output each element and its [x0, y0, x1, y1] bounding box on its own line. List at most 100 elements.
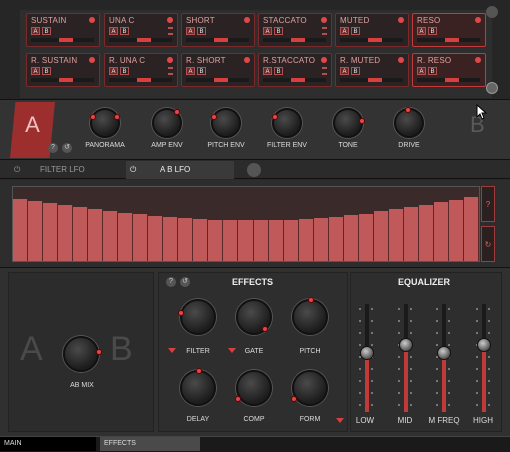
articulation-slider[interactable] [31, 78, 94, 82]
a-toggle[interactable]: A [31, 27, 40, 35]
lfo-step[interactable] [373, 211, 389, 261]
lfo-help-button[interactable]: ? [481, 186, 495, 222]
articulation-r-short[interactable]: R. SHORT AB [181, 53, 255, 87]
a-toggle[interactable]: A [340, 67, 349, 75]
a-toggle[interactable]: A [31, 67, 40, 75]
lfo-step[interactable] [403, 206, 419, 261]
lfo-step[interactable] [193, 218, 209, 261]
articulation-sustain[interactable]: SUSTAIN AB [26, 13, 100, 47]
eq-slider-thumb[interactable] [399, 338, 413, 353]
panorama-knob[interactable] [90, 108, 120, 138]
articulation-short[interactable]: SHORT AB [181, 13, 255, 47]
b-toggle[interactable]: B [42, 67, 51, 75]
lfo-step[interactable] [118, 212, 134, 261]
reset-icon[interactable]: ↺ [62, 143, 72, 153]
lfo-step[interactable] [253, 220, 269, 261]
articulation-slider[interactable] [340, 38, 403, 42]
articulation-slider[interactable] [417, 78, 480, 82]
filter-knob[interactable] [178, 299, 216, 335]
power-icon[interactable]: ⏻ [130, 161, 136, 179]
b-toggle[interactable]: B [274, 27, 283, 35]
lfo-step[interactable] [313, 218, 329, 261]
articulation-slider[interactable] [263, 78, 326, 82]
lfo-step[interactable] [58, 204, 74, 261]
eq-slider-thumb[interactable] [360, 345, 374, 360]
tab-ab-lfo[interactable]: ⏻ A B LFO [126, 161, 234, 179]
articulation-slider[interactable] [417, 38, 480, 42]
articulation-muted[interactable]: MUTED AB [335, 13, 409, 47]
articulation-slider[interactable] [263, 38, 326, 42]
lfo-step[interactable] [88, 209, 104, 261]
form-knob[interactable] [291, 370, 328, 406]
eq-slider-track[interactable] [404, 304, 408, 412]
lfo-step[interactable] [133, 214, 149, 261]
articulation-r-reso[interactable]: R. RESO AB [412, 53, 486, 87]
b-toggle[interactable]: B [274, 67, 283, 75]
lfo-step[interactable] [433, 201, 449, 261]
articulation-slider[interactable] [109, 38, 172, 42]
articulation-slider[interactable] [31, 38, 94, 42]
a-toggle[interactable]: A [417, 27, 426, 35]
lfo-step[interactable] [223, 220, 239, 261]
lfo-step[interactable] [328, 216, 344, 261]
b-toggle[interactable]: B [197, 67, 206, 75]
lfo-reset-button[interactable]: ↻ [481, 226, 495, 262]
power-icon[interactable]: ⏻ [14, 161, 30, 179]
articulation-una-c[interactable]: UNA C AB [104, 13, 178, 47]
articulation-slider[interactable] [186, 78, 249, 82]
lfo-step[interactable] [208, 219, 224, 261]
lfo-step[interactable] [73, 206, 89, 261]
filter-env-knob[interactable] [272, 108, 302, 138]
lfo-step[interactable] [388, 209, 404, 261]
lfo-step[interactable] [358, 213, 374, 261]
articulation-slider[interactable] [340, 78, 403, 82]
amp-env-knob[interactable] [152, 108, 182, 138]
drive-knob[interactable] [394, 107, 424, 138]
lfo-step[interactable] [448, 199, 464, 261]
a-toggle[interactable]: A [340, 27, 349, 35]
lfo-step[interactable] [283, 219, 299, 261]
a-toggle[interactable]: A [263, 27, 272, 35]
eq-slider-thumb[interactable] [437, 345, 451, 360]
articulation-r-sustain[interactable]: R. SUSTAIN AB [26, 53, 100, 87]
lfo-step[interactable] [13, 198, 29, 261]
b-toggle[interactable]: B [42, 27, 51, 35]
pitch-env-knob[interactable] [211, 108, 241, 138]
tab-filter-lfo[interactable]: FILTER LFO [40, 161, 120, 179]
b-toggle[interactable]: B [120, 67, 129, 75]
tone-knob[interactable] [333, 108, 365, 138]
articulation-reso[interactable]: RESO AB [412, 13, 486, 47]
ab-mix-knob[interactable] [63, 336, 102, 372]
b-toggle[interactable]: B [197, 27, 206, 35]
reset-icon[interactable]: ↺ [180, 277, 190, 287]
status-main-tab[interactable]: MAIN [0, 437, 96, 451]
lfo-step-grid[interactable] [12, 186, 480, 262]
lfo-step[interactable] [28, 201, 44, 261]
a-toggle[interactable]: A [186, 67, 195, 75]
lfo-step[interactable] [148, 215, 164, 261]
eq-slider-track[interactable] [482, 304, 486, 412]
b-toggle[interactable]: B [428, 67, 437, 75]
help-icon[interactable]: ? [48, 143, 58, 153]
b-toggle[interactable]: B [120, 27, 129, 35]
eq-slider-thumb[interactable] [477, 338, 491, 353]
a-toggle[interactable]: A [186, 27, 195, 35]
a-toggle[interactable]: A [109, 67, 118, 75]
b-toggle[interactable]: B [351, 67, 360, 75]
lfo-step[interactable] [298, 218, 314, 261]
articulation-r-muted[interactable]: R. MUTED AB [335, 53, 409, 87]
lfo-step[interactable] [238, 220, 254, 261]
articulation-slider[interactable] [186, 38, 249, 42]
lfo-step[interactable] [418, 204, 434, 261]
lfo-step[interactable] [103, 211, 119, 261]
articulation-slider[interactable] [109, 78, 172, 82]
articulation-r-una-c[interactable]: R. UNA C AB [104, 53, 178, 87]
link-icon[interactable] [486, 82, 498, 94]
lfo-step[interactable] [163, 217, 179, 261]
gear-icon[interactable] [486, 6, 498, 18]
lfo-step[interactable] [343, 215, 359, 261]
lfo-step[interactable] [43, 203, 59, 261]
b-toggle[interactable]: B [428, 27, 437, 35]
chevron-down-icon[interactable] [247, 163, 261, 177]
a-toggle[interactable]: A [417, 67, 426, 75]
